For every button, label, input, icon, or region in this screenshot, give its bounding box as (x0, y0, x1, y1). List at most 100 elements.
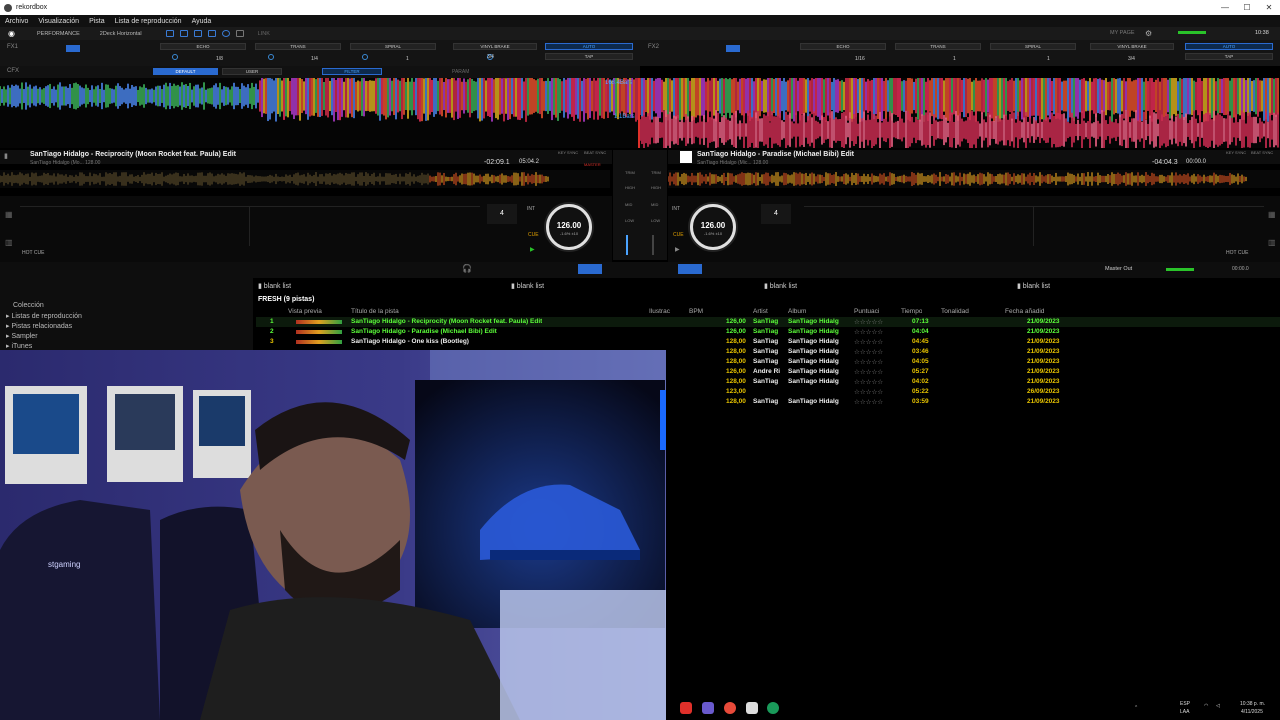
deck1-channel-fader[interactable] (626, 235, 628, 255)
fx1-tap-button[interactable]: TAP (545, 53, 633, 60)
fx2-deck-2-button[interactable] (726, 45, 740, 52)
mode-selector[interactable]: PERFORMANCE (37, 31, 80, 37)
deck2-eq-icon[interactable]: ▥ (1268, 238, 1276, 247)
fx1-knob-1[interactable] (172, 54, 178, 60)
cfx-user-button[interactable]: USER (222, 68, 282, 75)
language-indicator[interactable]: ESP (1180, 701, 1190, 707)
fx1-effect-3-select[interactable]: SPIRAL (350, 43, 436, 50)
deck1-play-button[interactable]: ▶ (530, 246, 535, 253)
fx1-effect-1-select[interactable]: ECHO (160, 43, 246, 50)
col-header-date[interactable]: Fecha añadid (1005, 308, 1044, 315)
deck1-high-knob[interactable]: HIGH (625, 185, 635, 190)
fx1-auto-button[interactable]: AUTO (545, 43, 633, 50)
deck2-int-button[interactable]: INT (672, 206, 680, 212)
wifi-icon[interactable]: ◠ (1204, 703, 1208, 709)
deck1-jog-wheel[interactable]: 126.00 -1.6% ±10 (546, 204, 592, 250)
grid-view-icon[interactable] (193, 30, 202, 37)
fx1-knob-3[interactable] (362, 54, 368, 60)
row-preview-waveform[interactable] (296, 340, 342, 344)
volume-icon[interactable]: ◁ (1216, 703, 1220, 709)
col-header-album[interactable]: Álbum (788, 308, 806, 315)
deck2-cue-button[interactable]: CUE (673, 232, 684, 238)
deck2-mid-knob[interactable]: MID (651, 202, 658, 207)
sidebar-item-sampler[interactable]: ▸ Sampler (6, 332, 38, 340)
col-header-title[interactable]: Título de la pista (351, 308, 399, 315)
col-header-bpm[interactable]: BPM (689, 308, 703, 315)
col-header-preview[interactable]: Vista previa (288, 308, 322, 315)
fx2-auto-button[interactable]: AUTO (1185, 43, 1273, 50)
sampler-view-icon[interactable] (179, 30, 188, 37)
table-row[interactable]: 1 SanTiago Hidalgo - Reciprocity (Moon Ro… (256, 317, 1280, 327)
deck2-overview-waveform[interactable] (667, 170, 1280, 188)
deck1-cue-button[interactable]: CUE (528, 232, 539, 238)
deck1-overview-waveform[interactable] (0, 170, 610, 188)
fx2-effect-1-select[interactable]: ECHO (800, 43, 886, 50)
record-icon[interactable] (221, 30, 230, 37)
fx2-tap-button[interactable]: TAP (1185, 53, 1273, 60)
deck2-jog-wheel[interactable]: 126.00 -1.6% ±10 (690, 204, 736, 250)
menu-pista[interactable]: Pista (84, 18, 110, 25)
row-preview-waveform[interactable] (296, 330, 342, 334)
deck2-hotcue-grid[interactable] (804, 206, 1264, 246)
fx1-effect-2-select[interactable]: TRANS (255, 43, 341, 50)
fx2-effect-3-select[interactable]: SPIRAL (990, 43, 1076, 50)
deck2-key-sync[interactable]: KEY SYNC (1226, 150, 1246, 155)
deck2-cue-toggle[interactable] (678, 264, 702, 274)
deck2-low-knob[interactable]: LOW (651, 218, 660, 223)
deck1-cue-toggle[interactable] (578, 264, 602, 274)
col-header-artist[interactable]: Artist (753, 308, 768, 315)
taskbar-time[interactable]: 10:38 p. m. (1240, 701, 1265, 707)
list-tab-1[interactable]: ▮ blank list (258, 282, 291, 291)
close-button[interactable]: ✕ (1258, 0, 1280, 15)
fx2-effect-4-select[interactable]: VINYL BRAKE (1090, 43, 1174, 50)
rekordbox-taskbar-icon[interactable] (746, 702, 758, 714)
deck1-key-sync[interactable]: KEY SYNC (558, 150, 578, 155)
brave-browser-icon[interactable] (680, 702, 692, 714)
deck2-channel-fader[interactable] (652, 235, 654, 255)
chrome-icon[interactable] (724, 702, 736, 714)
fx1-knob-2[interactable] (268, 54, 274, 60)
layout-selector[interactable]: 2Deck Horizontal (100, 31, 142, 37)
col-header-rating[interactable]: Puntuaci (854, 308, 879, 315)
sidebar-item-listas[interactable]: ▸ Listas de reproducción (6, 312, 82, 320)
tray-chevron-icon[interactable]: ⌃ (1134, 705, 1138, 711)
table-row[interactable]: 3 SanTiago Hidalgo - One kiss (Bootleg) 12… (256, 337, 1280, 347)
minimize-button[interactable]: — (1214, 0, 1236, 15)
obs-icon[interactable] (767, 702, 779, 714)
fx1-deck-1-button[interactable] (66, 45, 80, 52)
col-header-key[interactable]: Tonalidad (941, 308, 969, 315)
menu-visualizacion[interactable]: Visualización (33, 18, 84, 25)
list-tab-3[interactable]: ▮ blank list (764, 282, 797, 291)
lock-icon[interactable] (235, 30, 244, 37)
deck2-grid-icon[interactable]: ▦ (1268, 210, 1276, 219)
col-header-artwork[interactable]: Ilustrac (649, 308, 670, 315)
teams-icon[interactable] (702, 702, 714, 714)
taskbar-date[interactable]: 4/11/2025 (1241, 709, 1263, 715)
deck2-beat-sync[interactable]: BEAT SYNC (1251, 150, 1273, 155)
menu-archivo[interactable]: Archivo (0, 18, 33, 25)
list-tab-4[interactable]: ▮ blank list (1017, 282, 1050, 291)
mixer-view-icon[interactable] (207, 30, 216, 37)
cfx-filter-button[interactable]: FILTER (322, 68, 382, 75)
deck1-grid-icon[interactable]: ▦ (5, 210, 13, 219)
headphones-icon[interactable]: 🎧 (462, 264, 472, 273)
sidebar-item-coleccion[interactable]: Colección (13, 302, 44, 309)
deck1-eq-icon[interactable]: ▥ (5, 238, 13, 247)
link-button[interactable]: LINK (258, 31, 270, 37)
deck1-low-knob[interactable]: LOW (625, 218, 634, 223)
cfx-default-button[interactable]: DEFAULT (153, 68, 218, 75)
settings-gear-icon[interactable]: ⚙ (1145, 29, 1152, 38)
browse-view-icon[interactable] (165, 30, 174, 37)
deck2-play-button[interactable]: ▶ (675, 246, 680, 253)
deck1-int-button[interactable]: INT (527, 206, 535, 212)
fx2-effect-2-select[interactable]: TRANS (895, 43, 981, 50)
deck1-master-button[interactable]: MASTER (584, 162, 601, 167)
deck1-beat-jump[interactable]: 4 (487, 204, 517, 224)
list-tab-2[interactable]: ▮ blank list (511, 282, 544, 291)
menu-ayuda[interactable]: Ayuda (187, 18, 217, 25)
my-page-link[interactable]: MY PAGE (1110, 30, 1135, 36)
menu-lista-reproduccion[interactable]: Lista de reproducción (110, 18, 187, 25)
row-preview-waveform[interactable] (296, 320, 342, 324)
deck1-hotcue-grid[interactable] (20, 206, 480, 246)
deck2-trim-knob[interactable]: TRIM (651, 170, 661, 175)
